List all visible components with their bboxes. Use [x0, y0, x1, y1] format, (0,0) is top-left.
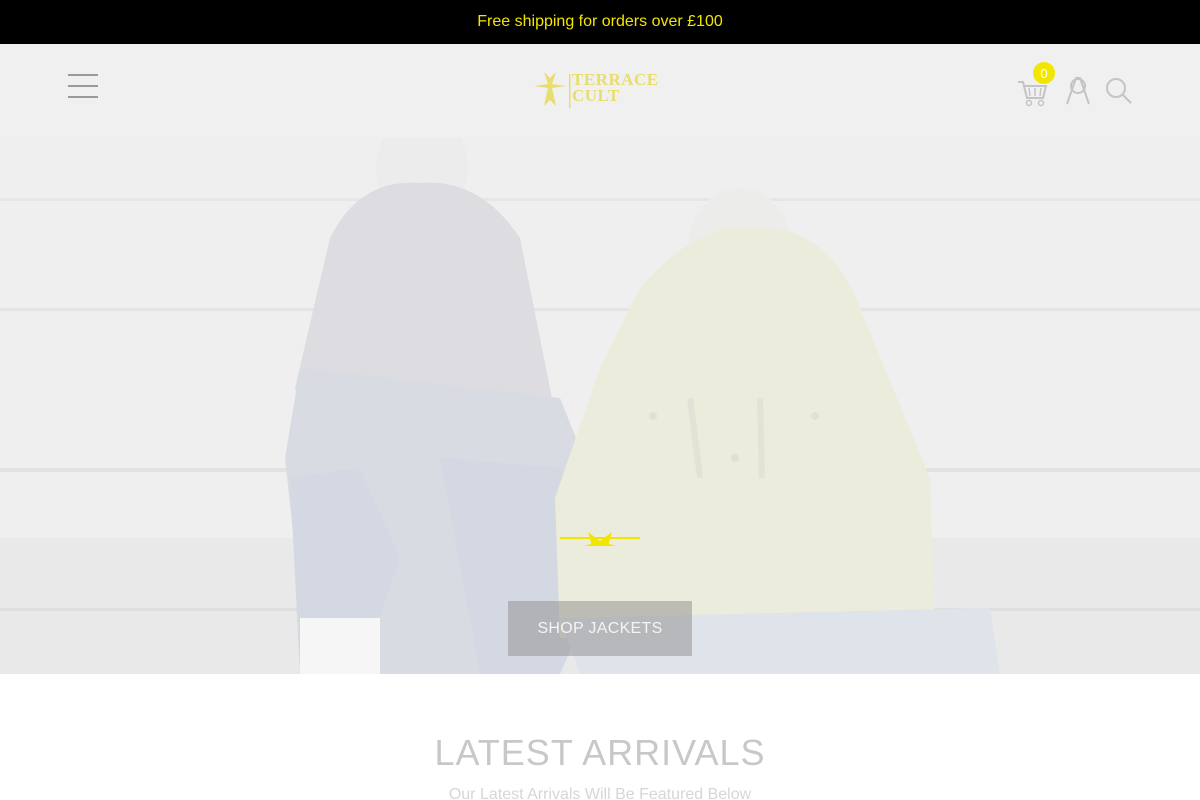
logo-text: TERRACE CULT — [572, 71, 659, 105]
search-icon[interactable] — [1104, 76, 1134, 106]
hamburger-menu-icon[interactable] — [68, 74, 102, 102]
shop-jackets-button[interactable]: SHOP JACKETS — [508, 601, 692, 656]
cart-count-badge: 0 — [1033, 62, 1055, 84]
latest-arrivals-subtitle: Our Latest Arrivals Will Be Featured Bel… — [448, 786, 752, 800]
cross-logo-icon — [534, 72, 566, 106]
announcement-bar: Free shipping for orders over £100 — [0, 0, 1200, 44]
announcement-text: Free shipping for orders over £100 — [477, 13, 723, 30]
loading-spinner-icon — [560, 532, 640, 546]
hero-photo — [0, 138, 1200, 674]
logo-text-line2: CULT — [572, 86, 620, 105]
account-icon[interactable] — [1064, 74, 1092, 106]
latest-arrivals-title: LATEST ARRIVALS — [434, 732, 766, 773]
site-header: TERRACE CULT 0 — [0, 44, 1200, 138]
site-logo[interactable]: TERRACE CULT — [532, 71, 672, 112]
hero-banner: SHOP JACKETS — [0, 138, 1200, 674]
